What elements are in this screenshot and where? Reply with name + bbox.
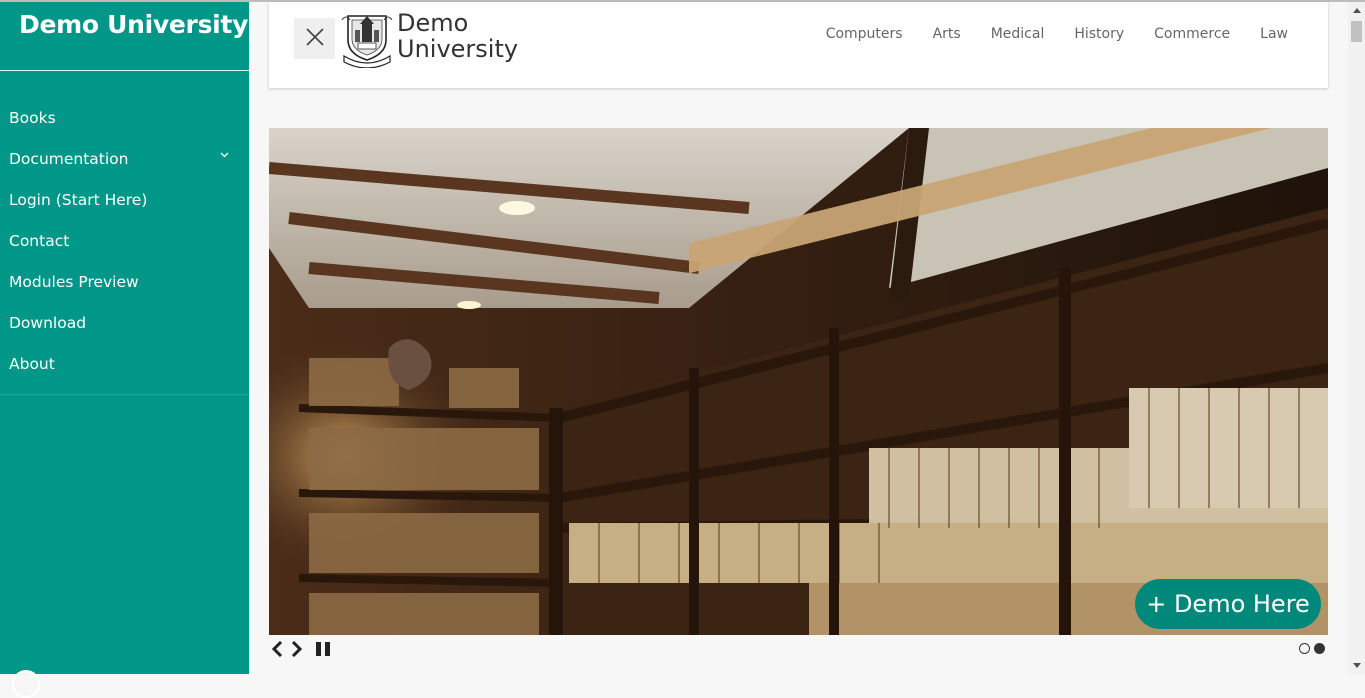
logo-line-2: University xyxy=(397,35,519,63)
slide-indicator xyxy=(1299,643,1325,654)
sidebar-item-contact[interactable]: Contact xyxy=(0,220,249,261)
chevron-right-icon xyxy=(291,641,303,657)
university-crest-logo[interactable] xyxy=(340,10,394,68)
sidebar-item-modules-preview[interactable]: Modules Preview xyxy=(0,261,249,302)
sidebar-menu: Books Documentation Login (Start Here) C… xyxy=(0,97,249,384)
sidebar-divider xyxy=(0,394,249,395)
main-nav: Computers Arts Medical History Commerce … xyxy=(826,26,1288,42)
chevron-down-icon xyxy=(217,148,231,162)
sidebar: Demo University Books Documentation Logi… xyxy=(0,2,249,698)
library-bookshelves-photo xyxy=(269,128,1328,635)
nav-commerce[interactable]: Commerce xyxy=(1154,26,1230,42)
prev-slide-button[interactable] xyxy=(269,640,285,658)
demo-here-button[interactable]: + Demo Here xyxy=(1135,579,1321,629)
nav-history[interactable]: History xyxy=(1074,26,1124,42)
sidebar-item-about[interactable]: About xyxy=(0,343,249,384)
close-icon xyxy=(305,27,324,50)
chevron-left-icon xyxy=(271,641,283,657)
next-slide-button[interactable] xyxy=(289,640,305,658)
top-header: Demo University Computers Arts Medical H… xyxy=(269,2,1328,88)
scroll-thumb[interactable] xyxy=(1351,21,1362,42)
slide-dot-1[interactable] xyxy=(1299,643,1310,654)
sidebar-item-login[interactable]: Login (Start Here) xyxy=(0,179,249,220)
pause-button[interactable] xyxy=(315,640,331,658)
scroll-down-arrow-icon[interactable] xyxy=(1348,657,1365,674)
sidebar-item-documentation[interactable]: Documentation xyxy=(0,138,249,179)
close-button[interactable] xyxy=(294,18,335,59)
slide-dot-2-active[interactable] xyxy=(1314,643,1325,654)
scroll-up-arrow-icon[interactable] xyxy=(1348,2,1365,19)
logo-wordmark[interactable]: Demo University xyxy=(397,10,518,62)
sidebar-item-books[interactable]: Books xyxy=(0,97,249,138)
nav-computers[interactable]: Computers xyxy=(826,26,903,42)
sidebar-item-label: Modules Preview xyxy=(9,272,139,291)
nav-medical[interactable]: Medical xyxy=(991,26,1045,42)
sidebar-item-label: Contact xyxy=(9,231,70,250)
sidebar-item-label: Login (Start Here) xyxy=(9,190,148,209)
sidebar-item-label: Download xyxy=(9,313,87,332)
sidebar-item-label: Books xyxy=(9,108,56,127)
pause-icon xyxy=(316,642,330,656)
nav-law[interactable]: Law xyxy=(1260,26,1288,42)
nav-arts[interactable]: Arts xyxy=(933,26,961,42)
sidebar-brand[interactable]: Demo University xyxy=(0,2,249,71)
hero-slider xyxy=(269,128,1328,635)
sidebar-item-label: Documentation xyxy=(9,149,129,168)
sidebar-item-label: About xyxy=(9,354,55,373)
logo-line-1: Demo xyxy=(397,9,469,37)
slider-controls xyxy=(269,640,331,658)
avatar[interactable] xyxy=(12,670,40,698)
vertical-scrollbar[interactable] xyxy=(1348,2,1365,674)
sidebar-item-download[interactable]: Download xyxy=(0,302,249,343)
